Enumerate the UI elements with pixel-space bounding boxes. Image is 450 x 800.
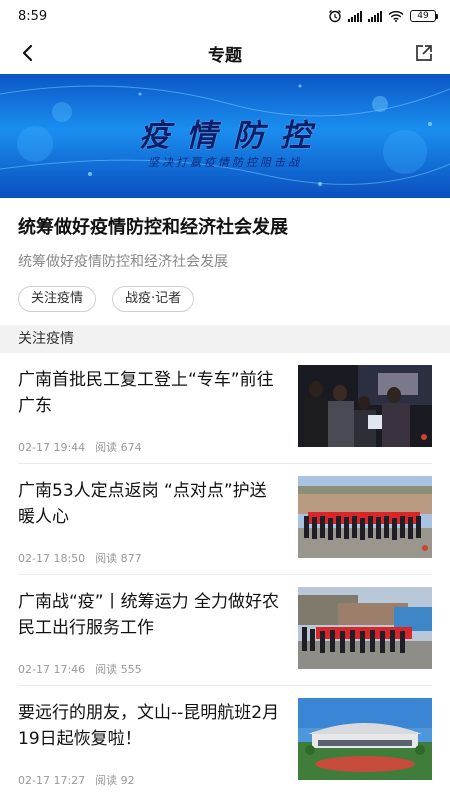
section-header: 关注疫情 [0, 325, 450, 353]
article-meta: 02-17 17:27 阅读 92 [18, 772, 135, 788]
article-reads: 阅读 877 [95, 552, 142, 565]
list-item[interactable]: 要远行的朋友，文山--昆明航班2月19日起恢复啦！ 02-17 17:27 阅读 … [18, 698, 432, 800]
article-date: 02-17 19:44 [18, 441, 86, 454]
list-item[interactable]: 广南53人定点返岗 “点对点”护送暖人心 02-17 18:50 阅读 877 [18, 476, 432, 588]
divider [18, 463, 432, 464]
article-title[interactable]: 要远行的朋友，文山--昆明航班2月19日起恢复啦！ [18, 700, 280, 752]
article-thumbnail[interactable] [298, 698, 432, 780]
tag-follow-epidemic[interactable]: 关注疫情 [18, 286, 97, 312]
tag-reporter[interactable]: 战疫·记者 [112, 286, 195, 312]
article-meta: 02-17 17:46 阅读 555 [18, 661, 142, 677]
article-title[interactable]: 广南53人定点返岗 “点对点”护送暖人心 [18, 478, 280, 530]
back-button[interactable] [12, 38, 42, 68]
article-date: 02-17 17:27 [18, 774, 86, 787]
list-item[interactable]: 广南首批民工复工登上“专车”前往广东 02-17 19:44 阅读 674 [18, 365, 432, 477]
chevron-left-icon [22, 44, 33, 62]
article-reads: 阅读 674 [95, 441, 142, 454]
status-bar: 8:59 49 [0, 0, 450, 32]
status-time: 8:59 [18, 8, 48, 24]
article-thumbnail[interactable] [298, 476, 432, 558]
article-date: 02-17 17:46 [18, 663, 86, 676]
page-title: 专题 [208, 45, 242, 66]
signal-icon-2 [368, 10, 382, 22]
topic-title: 统筹做好疫情防控和经济社会发展 [18, 217, 288, 238]
banner-title: 疫情防控 [139, 118, 327, 154]
topic-header: 统筹做好疫情防控和经济社会发展 统筹做好疫情防控和经济社会发展 关注疫情 战疫·… [18, 198, 432, 312]
article-title[interactable]: 广南首批民工复工登上“专车”前往广东 [18, 367, 280, 419]
topic-tags: 关注疫情 战疫·记者 [18, 286, 432, 312]
signal-icon-1 [348, 10, 362, 22]
article-meta: 02-17 18:50 阅读 877 [18, 550, 142, 566]
status-icons: 49 [328, 9, 438, 23]
article-date: 02-17 18:50 [18, 552, 86, 565]
battery-icon: 49 [410, 10, 438, 22]
share-icon [416, 45, 432, 61]
wifi-icon [388, 10, 404, 22]
article-reads: 阅读 92 [95, 774, 135, 787]
article-thumbnail[interactable] [298, 365, 432, 447]
article-title[interactable]: 广南战“疫”丨统筹运力 全力做好农民工出行服务工作 [18, 589, 280, 641]
article-meta: 02-17 19:44 阅读 674 [18, 439, 142, 455]
share-button[interactable] [410, 39, 438, 67]
list-item[interactable]: 广南战“疫”丨统筹运力 全力做好农民工出行服务工作 02-17 17:46 阅读 … [18, 587, 432, 699]
topic-description: 统筹做好疫情防控和经济社会发展 [18, 254, 228, 270]
topic-banner: 疫情防控 坚决打赢疫情防控阻击战 [0, 74, 450, 198]
nav-bar: 专题 [0, 32, 450, 74]
divider [18, 685, 432, 686]
article-thumbnail[interactable] [298, 587, 432, 669]
divider [18, 574, 432, 575]
article-reads: 阅读 555 [95, 663, 142, 676]
banner-subtitle: 坚决打赢疫情防控阻击战 [148, 156, 302, 169]
alarm-icon [329, 10, 341, 23]
